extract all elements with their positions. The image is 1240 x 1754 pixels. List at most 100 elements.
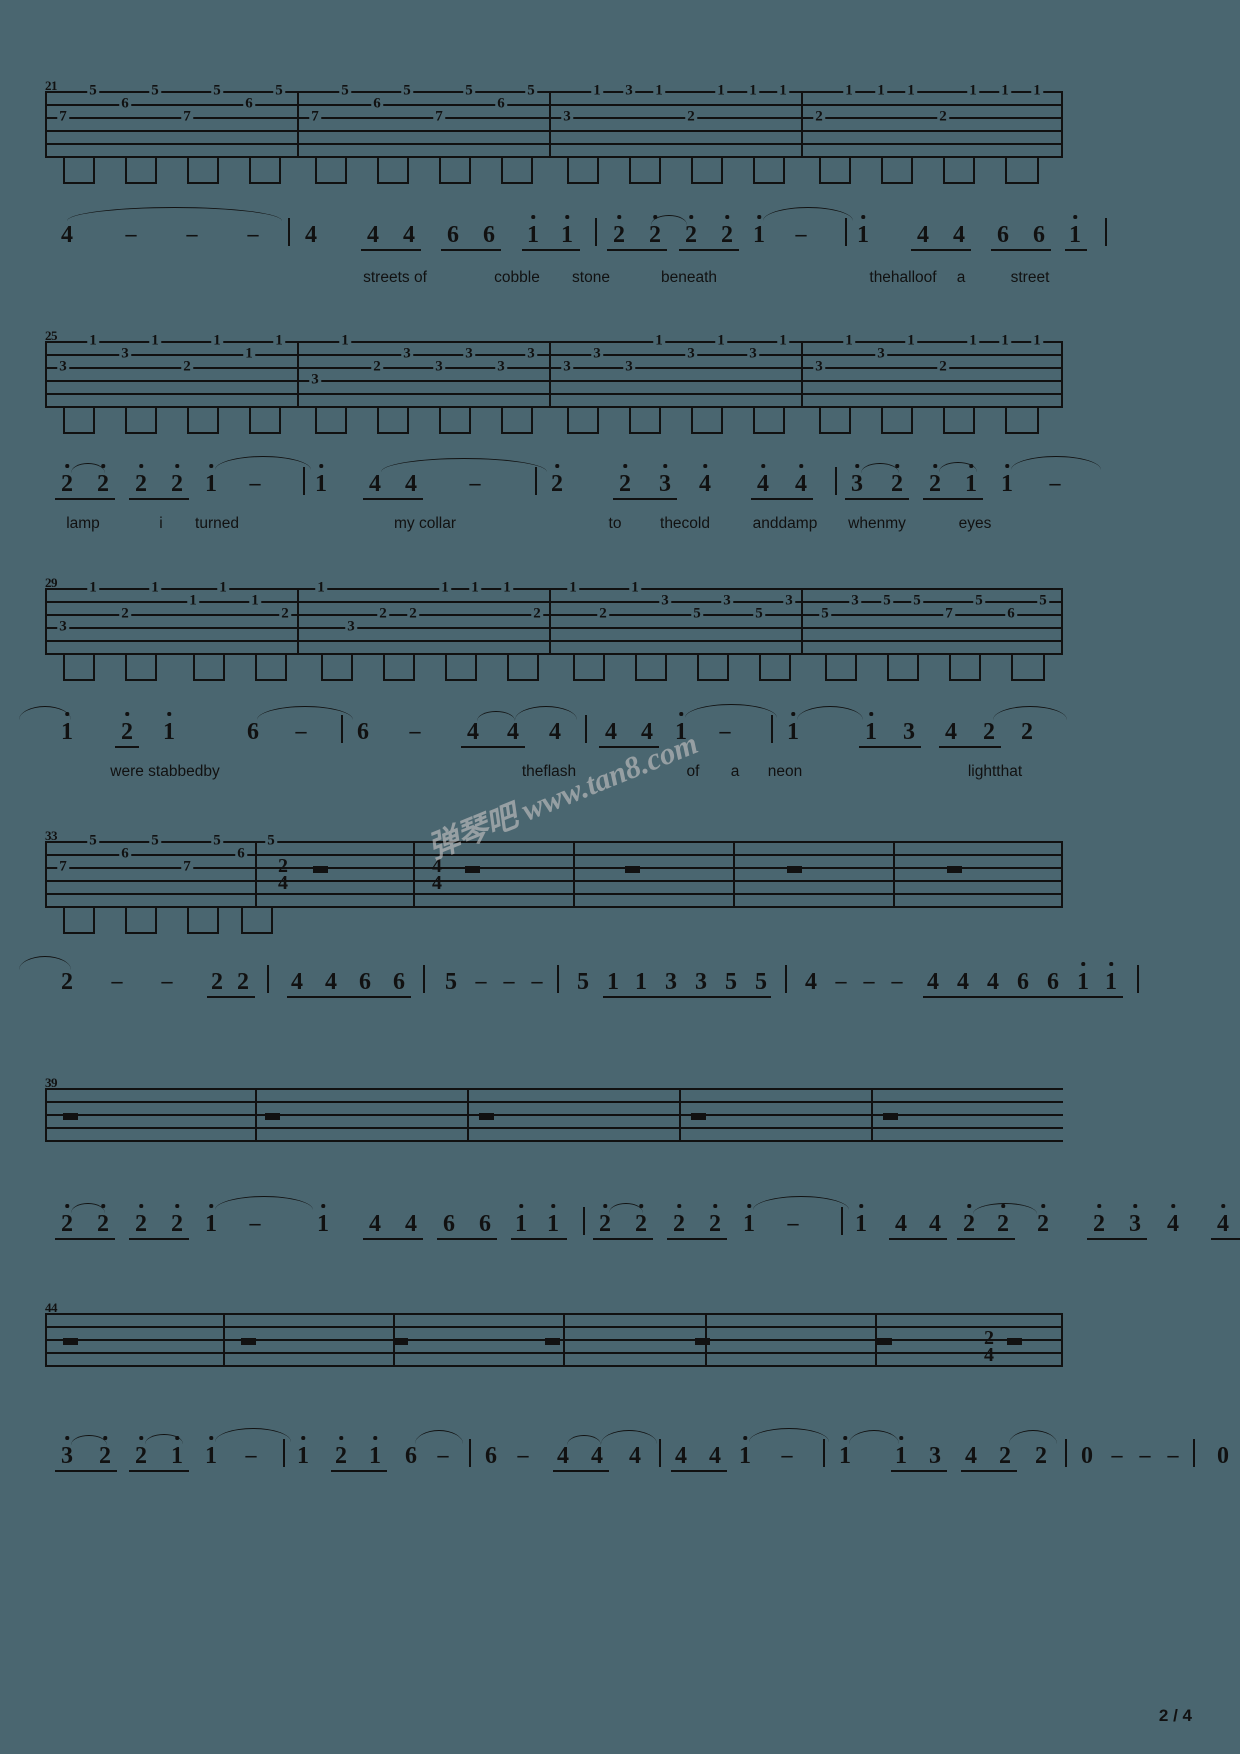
slur: [215, 1196, 313, 1210]
slur: [567, 1435, 601, 1445]
melody-row-25: 2 2 2 2 1 – 1 4 4 – 2 2 3 4 4 4 3 2 2 1 …: [45, 456, 1105, 510]
melody-note: 1: [547, 1204, 559, 1236]
system-44: 44 24: [45, 1300, 1063, 1367]
lyric: streets of: [363, 269, 427, 286]
melody-note: –: [795, 221, 807, 246]
melody-note: –: [409, 718, 421, 743]
melody-note: 2: [61, 969, 73, 995]
melody-note: 4: [957, 969, 969, 995]
melody-note: –: [437, 1442, 449, 1467]
melody-note: 6: [1017, 969, 1029, 995]
slur: [1009, 1430, 1057, 1444]
melody-note: –: [125, 221, 137, 246]
melody-note: –: [863, 968, 875, 993]
melody-note: 4: [1167, 1204, 1179, 1236]
melody-row-21: 4 – – – 4 4 4 6 6 1 1 2 2 2 2 1 – 1 4 4 …: [45, 207, 1107, 261]
melody-note: –: [1049, 470, 1061, 495]
melody-note: 3: [1129, 1204, 1141, 1236]
melody-note: 6: [1033, 222, 1045, 248]
melody-row-39: 2 2 2 2 1 – 1 4 4 6 6 1 1 2 2 2 2 1 – 1 …: [45, 1196, 1240, 1250]
melody-note: 1: [315, 464, 327, 496]
slur: [477, 711, 515, 721]
lyric: i: [159, 515, 163, 532]
slur: [67, 207, 282, 221]
melody-note: 4: [369, 471, 381, 497]
system-25: 25 3 1 3 1 2 1 1 1 3 1 2 3 3 3 3 3 3 3 3…: [45, 328, 1063, 435]
tab-staff-39: [45, 1088, 1063, 1154]
slur: [381, 458, 547, 472]
melody-note: 4: [549, 719, 561, 745]
melody-note: 4: [61, 222, 73, 248]
melody-note: 2: [97, 1204, 109, 1236]
slur: [749, 1428, 829, 1442]
melody-note: 2: [635, 1204, 647, 1236]
melody-note: 2: [613, 215, 625, 247]
lyric: stone: [572, 269, 610, 286]
whole-rest: [787, 866, 802, 873]
melody-note: 4: [699, 464, 711, 496]
melody-note: 1: [1077, 962, 1089, 994]
melody-note: 2: [1093, 1204, 1105, 1236]
melody-note: 6: [357, 719, 369, 745]
system-29: 29 3 1 2 1 1 1 1 2 1 3 2 2 1 1 1 2 1 2 1…: [45, 575, 1063, 682]
system-21: 21 7 5 6 5 7 5 6 5 7 5 6 5 7 5 6 5 3 1 3…: [45, 78, 1063, 185]
melody-note: –: [475, 968, 487, 993]
lyric: of: [686, 763, 700, 780]
melody-note: 6: [443, 1211, 455, 1237]
melody-note: 1: [753, 215, 765, 247]
melody-note: 1: [857, 215, 869, 247]
melody-note: 2: [685, 215, 697, 247]
melody-note: 2: [135, 464, 147, 496]
melody-note: 3: [851, 464, 863, 496]
whole-rest: [241, 1338, 256, 1345]
lyric: lamp: [66, 515, 100, 532]
melody-note: 6: [247, 719, 259, 745]
lyrics-row-21: streets of cobble stone beneath thehallo…: [45, 269, 1105, 291]
melody-note: –: [1167, 1442, 1179, 1467]
melody-note: 3: [659, 464, 671, 496]
melody-note: 2: [135, 1436, 147, 1468]
whole-rest: [947, 866, 962, 873]
whole-rest: [393, 1338, 408, 1345]
slur: [797, 706, 863, 720]
melody-note: 2: [999, 1443, 1011, 1469]
melody-note: –: [787, 1210, 799, 1235]
melody-note: 4: [325, 969, 337, 995]
melody-note: 3: [929, 1443, 941, 1469]
lyric: lightthat: [967, 763, 1023, 780]
slur: [19, 706, 71, 720]
melody-note: 2: [599, 1204, 611, 1236]
lyric: turned: [195, 515, 239, 532]
tab-staff-29: 3 1 2 1 1 1 1 2 1 3 2 2 1 1 1 2 1 2 1 3 …: [45, 580, 1063, 682]
melody-note: 1: [205, 464, 217, 496]
melody-note: 2: [551, 464, 563, 496]
melody-note: 2: [1021, 719, 1033, 745]
melody-note: 6: [483, 222, 495, 248]
page-number: 2 / 4: [1158, 1706, 1192, 1725]
slur: [849, 1430, 899, 1444]
melody-note: 3: [695, 969, 707, 995]
melody-note: –: [531, 968, 543, 993]
melody-note: –: [249, 470, 261, 495]
melody-note: 6: [447, 222, 459, 248]
lyric: were stabbedby: [110, 763, 220, 780]
melody-note: 2: [929, 464, 941, 496]
lyric: anddamp: [752, 515, 818, 532]
lyric: thecold: [660, 515, 710, 532]
melody-note: 1: [1069, 215, 1081, 247]
melody-note: 4: [591, 1443, 603, 1469]
melody-row-33: 2 – – 2 2 4 4 6 6 5 – – – 5 1 1 3 3 5 5 …: [19, 956, 1139, 1008]
slur: [71, 463, 105, 473]
slur: [19, 956, 71, 970]
melody-note: 1: [743, 1204, 755, 1236]
melody-note: 2: [61, 464, 73, 496]
melody-note: 1: [561, 215, 573, 247]
melody-note: 6: [485, 1443, 497, 1469]
melody-note: 2: [619, 464, 631, 496]
melody-note: 4: [405, 1211, 417, 1237]
melody-note: 4: [1217, 1204, 1229, 1236]
melody-note: 1: [297, 1436, 309, 1468]
lyric: cobble: [494, 269, 540, 286]
melody-note: –: [781, 1442, 793, 1467]
melody-note: 4: [507, 719, 519, 745]
